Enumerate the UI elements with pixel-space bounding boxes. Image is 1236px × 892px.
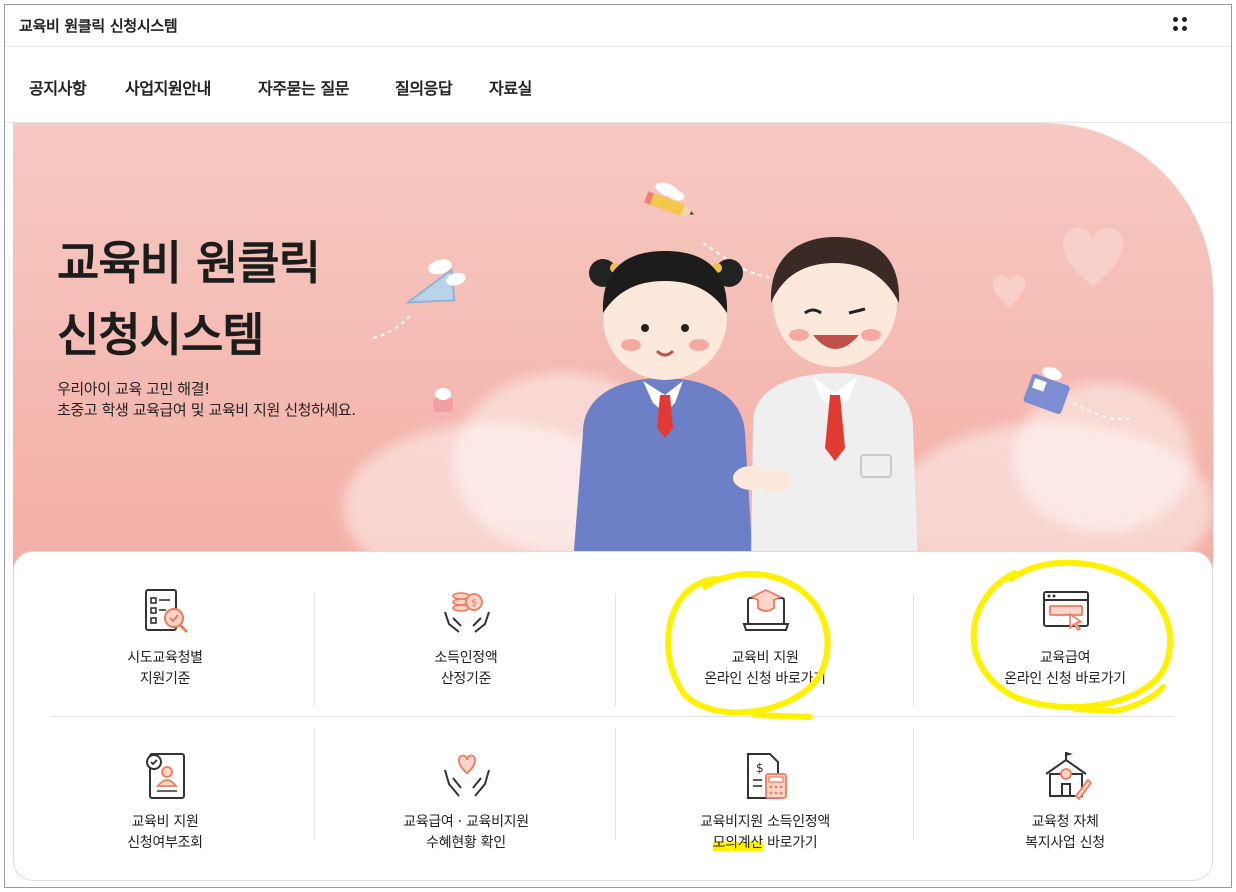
nav-faq[interactable]: 자주묻는 질문: [258, 75, 349, 99]
svg-text:$: $: [471, 598, 477, 609]
service-label: 교육비지원 소득인정액 모의계산 바로가기: [700, 814, 830, 851]
service-label: 교육비 지원 신청여부조회: [127, 814, 203, 851]
app-title[interactable]: 교육비 원클릭 신청시스템: [19, 15, 178, 36]
school-pencil-icon: [1045, 752, 1092, 801]
service-label: 교육청 자체 복지사업 신청: [1025, 814, 1105, 851]
hero-banner: 교육비 원클릭 신청시스템 우리아이 교육 고민 해결! 초중고 학생 교육급여…: [13, 123, 1213, 593]
top-bar: 교육비 원클릭 신청시스템: [5, 5, 1231, 47]
service-income-criteria[interactable]: $ 소득인정액 산정기준: [317, 552, 615, 702]
nav-resources[interactable]: 자료실: [489, 75, 532, 99]
hero-subtitle: 우리아이 교육 고민 해결! 초중고 학생 교육급여 및 교육비 지원 신청하세…: [57, 380, 356, 419]
laptop-graduation-icon: [742, 588, 790, 631]
service-application-status[interactable]: 교육비 지원 신청여부조회: [16, 716, 314, 866]
hero-title: 교육비 원클릭 신청시스템: [57, 236, 321, 362]
service-benefit-status[interactable]: 교육급여 · 교육비지원 수혜현황 확인: [317, 716, 615, 866]
svg-text:$: $: [756, 761, 764, 775]
apps-dots-icon[interactable]: [1171, 15, 1191, 35]
browser-frame: 교육비 원클릭 신청시스템 공지사항 사업지원안내 자주묻는 질문 질의응답 자…: [4, 4, 1232, 888]
service-regional-criteria[interactable]: 시도교육청별 지원기준: [16, 552, 314, 702]
main-nav: 공지사항 사업지원안내 자주묻는 질문 질의응답 자료실: [5, 47, 1231, 123]
service-local-welfare[interactable]: 교육청 자체 복지사업 신청: [916, 716, 1214, 866]
browser-window-icon: [1043, 591, 1089, 632]
hands-coins-icon: $: [444, 592, 490, 633]
service-label: 교육비 지원 온라인 신청 바로가기: [704, 650, 826, 687]
service-label: 교육급여 · 교육비지원 수혜현황 확인: [403, 814, 529, 851]
document-search-icon: [145, 589, 189, 634]
service-mock-calculation[interactable]: $ 교육비지원 소득인정액 모의계산 바로가기: [616, 716, 914, 866]
service-label: 시도교육청별 지원기준: [127, 650, 203, 687]
highlighted-text: 모의계산: [712, 835, 763, 851]
nav-notice[interactable]: 공지사항: [29, 75, 87, 99]
service-label: 소득인정액 산정기준: [434, 650, 498, 687]
calculator-document-icon: $: [747, 753, 787, 799]
hands-heart-icon: [444, 754, 490, 797]
nav-business-guide[interactable]: 사업지원안내: [125, 75, 211, 99]
students-illustration: [373, 182, 1134, 575]
service-label: 교육급여 온라인 신청 바로가기: [1004, 650, 1126, 687]
services-panel: 시도교육청별 지원기준 $ 소득인정액 산정기준 교육비 지원 온라인 신청 바…: [13, 551, 1213, 881]
nav-qna[interactable]: 질의응답: [395, 75, 453, 99]
service-edu-support-apply[interactable]: 교육비 지원 온라인 신청 바로가기: [616, 552, 914, 702]
profile-check-icon: [146, 753, 185, 799]
service-edu-benefit-apply[interactable]: 교육급여 온라인 신청 바로가기: [916, 552, 1214, 702]
